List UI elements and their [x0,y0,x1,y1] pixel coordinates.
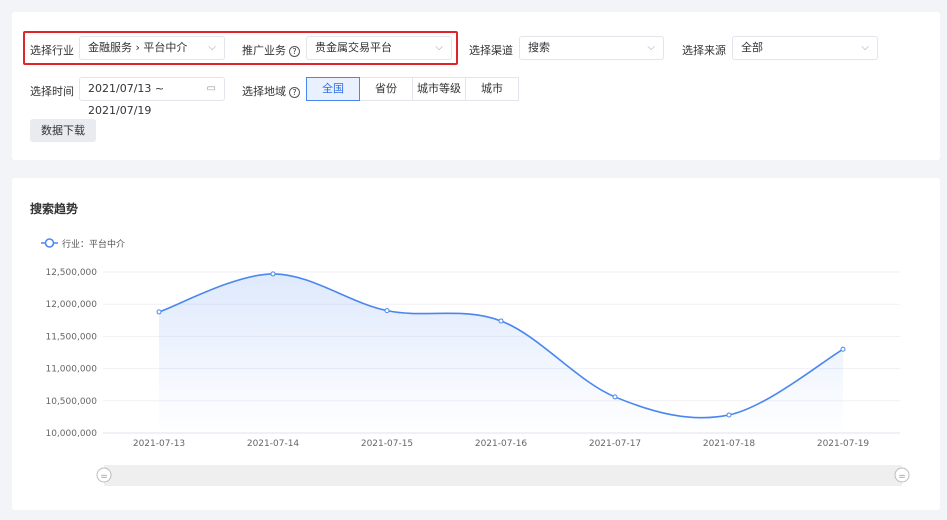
datazoom-slider[interactable]: = = [96,465,910,486]
data-point [840,346,846,352]
x-tick-label: 2021-07-17 [589,439,641,449]
search-trend-chart: 行业：平台中介 10,000,000 10,500,000 11,000,000 11… [41,238,910,486]
x-tick-label: 2021-07-18 [703,439,756,449]
legend-marker [44,238,55,248]
y-tick-label: 12,500,000 [45,268,97,278]
x-tick-label: 2021-07-19 [817,439,870,449]
x-tick-label: 2021-07-13 [133,439,185,449]
datazoom-track [104,465,902,486]
data-point [156,309,162,315]
series-area [159,273,843,433]
y-tick-label: 10,000,000 [45,429,97,439]
data-point [384,308,390,314]
data-point [498,318,504,324]
x-tick-label: 2021-07-16 [475,439,528,449]
x-tick-label: 2021-07-14 [247,439,300,449]
data-point [270,271,276,277]
drag-handle-icon: = [898,472,906,482]
legend-label: 行业：平台中介 [62,238,125,250]
y-tick-label: 11,500,000 [45,332,97,342]
y-tick-label: 11,000,000 [45,365,97,375]
drag-handle-icon: = [100,472,108,482]
x-tick-label: 2021-07-15 [361,439,413,449]
legend[interactable]: 行业：平台中介 [41,238,125,250]
y-tick-label: 12,000,000 [45,300,97,310]
region-option-national[interactable]: 全国 [306,77,360,101]
data-point [612,394,618,400]
data-point [726,412,732,418]
y-tick-label: 10,500,000 [45,397,97,407]
